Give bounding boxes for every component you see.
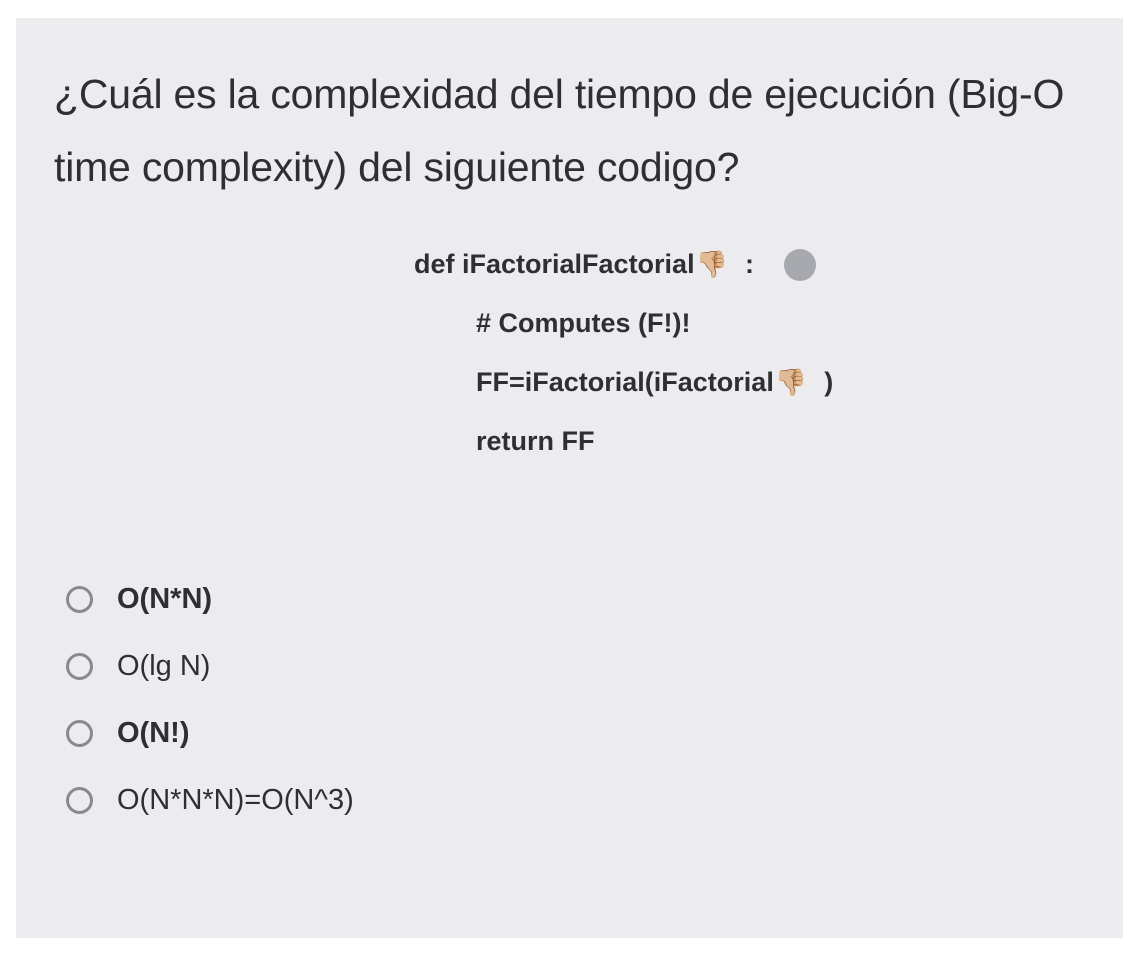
code-text: : (730, 235, 754, 294)
option-row[interactable]: O(N!) (54, 705, 1085, 762)
code-line-4: return FF (476, 412, 1085, 471)
radio-button[interactable] (66, 720, 93, 747)
question-text: ¿Cuál es la complexidad del tiempo de ej… (54, 58, 1085, 203)
code-text: def iFactorialFactorial (414, 235, 695, 294)
answer-options: O(N*N) O(lg N) O(N!) O(N*N*N)=O(N^3) (54, 571, 1085, 839)
quiz-card: ¿Cuál es la complexidad del tiempo de ej… (16, 18, 1123, 938)
option-row[interactable]: O(N*N) (54, 571, 1085, 628)
code-line-3: FF=iFactorial(iFactorial👎🏼 ) (476, 353, 1085, 412)
code-text: ) (809, 353, 833, 412)
radio-button[interactable] (66, 586, 93, 613)
code-line-2: # Computes (F!)! (476, 294, 1085, 353)
option-label: O(lg N) (117, 650, 210, 683)
code-line-1: def iFactorialFactorial👎🏼 : (414, 235, 754, 294)
code-block: def iFactorialFactorial👎🏼 : # Computes (… (414, 235, 1085, 470)
radio-button[interactable] (66, 653, 93, 680)
code-text: FF=iFactorial(iFactorial (476, 353, 774, 412)
option-row[interactable]: O(N*N*N)=O(N^3) (54, 772, 1085, 829)
radio-button[interactable] (66, 787, 93, 814)
option-label: O(N*N) (117, 583, 212, 616)
option-label: O(N*N*N)=O(N^3) (117, 784, 354, 817)
option-label: O(N!) (117, 717, 189, 750)
thumbs-down-icon: 👎🏼 (775, 354, 807, 411)
thumbs-down-icon: 👎🏼 (696, 236, 728, 293)
dot-icon (784, 249, 816, 281)
option-row[interactable]: O(lg N) (54, 638, 1085, 695)
